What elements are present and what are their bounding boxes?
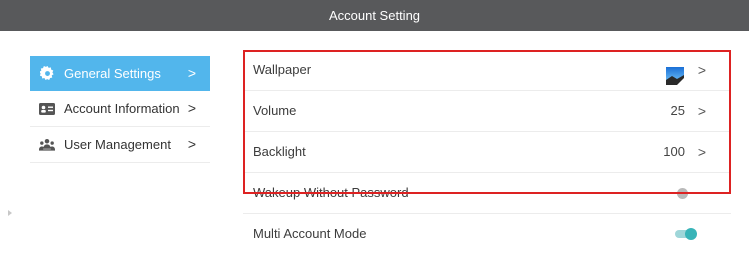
sidebar-item-label: General Settings <box>64 66 161 81</box>
expand-panel-arrow-icon[interactable] <box>8 210 12 216</box>
setting-label: Volume <box>253 103 297 118</box>
setting-label: Backlight <box>253 144 306 159</box>
backlight-value: 100 <box>663 144 685 159</box>
wallpaper-thumbnail-icon <box>666 61 684 85</box>
setting-row-multi-account-mode: Multi Account Mode <box>243 214 731 254</box>
sidebar-item-account-information[interactable]: Account Information > <box>30 91 210 127</box>
setting-row-volume[interactable]: Volume 25 > <box>243 91 731 132</box>
setting-row-wallpaper[interactable]: Wallpaper > <box>243 50 731 91</box>
chevron-right-icon: > <box>697 62 706 78</box>
gear-icon <box>39 66 55 82</box>
sidebar-item-label: User Management <box>64 137 171 152</box>
settings-list: Wallpaper > Volume 25 > Backlight 100 > <box>243 50 731 254</box>
multi-account-toggle[interactable] <box>673 228 697 240</box>
setting-label: Multi Account Mode <box>253 226 367 241</box>
setting-label: Wakeup Without Password <box>253 185 409 200</box>
chevron-right-icon: > <box>187 65 196 81</box>
volume-value: 25 <box>670 103 685 118</box>
id-card-icon <box>39 101 55 117</box>
sidebar-item-label: Account Information <box>64 101 180 116</box>
toggle-knob <box>685 228 697 240</box>
users-icon <box>39 137 55 153</box>
setting-row-wakeup-without-password: Wakeup Without Password <box>243 173 731 214</box>
sidebar: General Settings > Account Information > <box>30 56 210 163</box>
setting-row-backlight[interactable]: Backlight 100 > <box>243 132 731 173</box>
chevron-right-icon: > <box>187 136 196 152</box>
sidebar-item-user-management[interactable]: User Management > <box>30 127 210 163</box>
chevron-right-icon: > <box>187 100 196 116</box>
chevron-right-icon: > <box>697 103 706 119</box>
window-title: Account Setting <box>0 0 749 31</box>
setting-label: Wallpaper <box>253 62 312 77</box>
wakeup-toggle[interactable] <box>677 188 688 199</box>
chevron-right-icon: > <box>697 144 706 160</box>
sidebar-item-general-settings[interactable]: General Settings > <box>30 56 210 91</box>
